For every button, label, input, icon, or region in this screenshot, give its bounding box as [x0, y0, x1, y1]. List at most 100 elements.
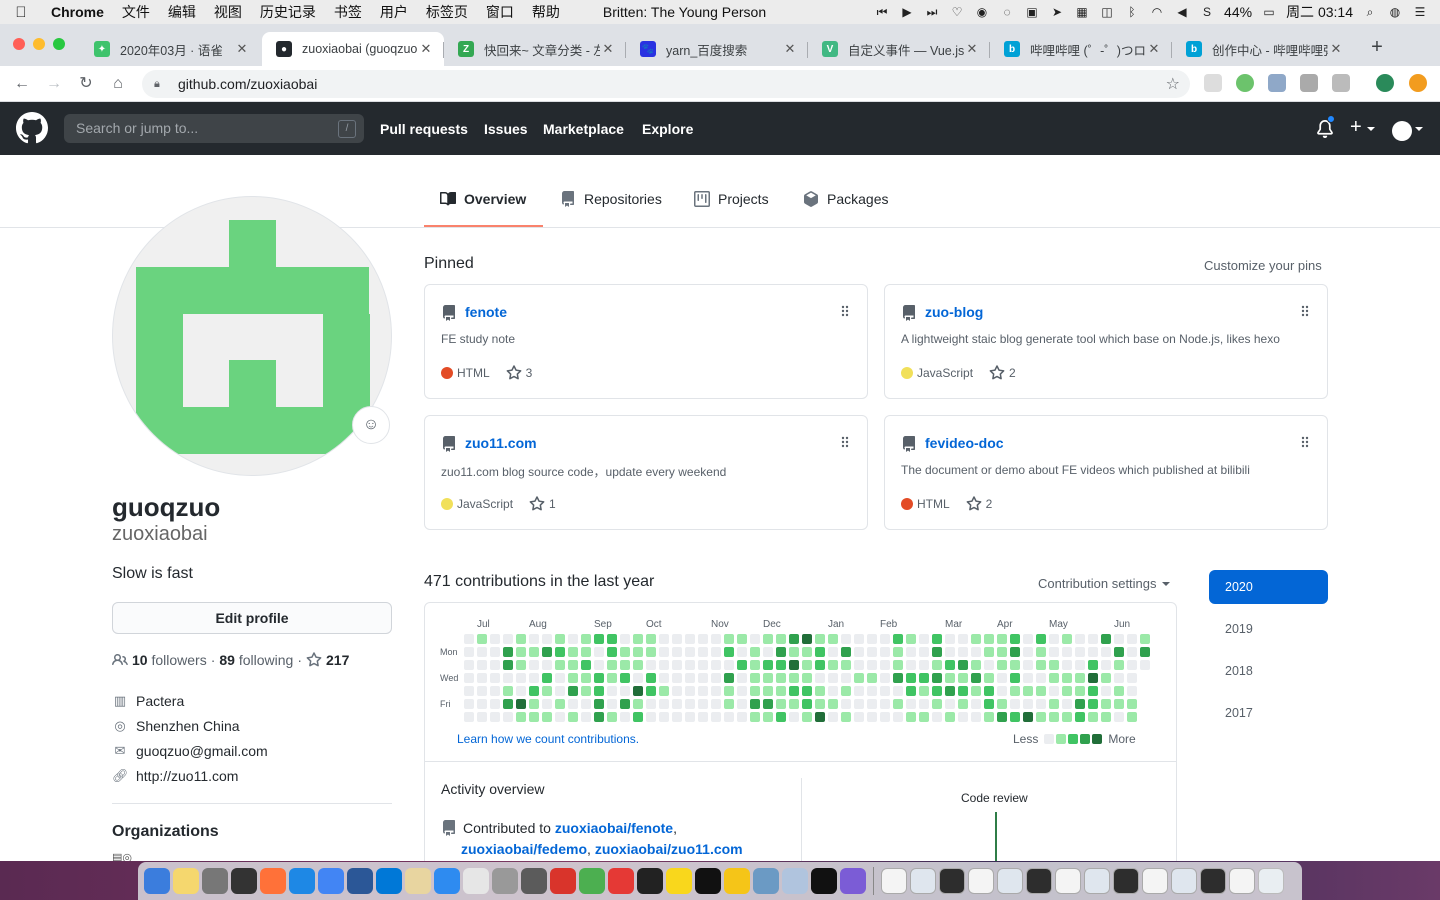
- contribution-day-cell[interactable]: [1088, 660, 1098, 670]
- contribution-day-cell[interactable]: [750, 699, 760, 709]
- contribution-day-cell[interactable]: [633, 634, 643, 644]
- siri-icon[interactable]: ◍: [1387, 5, 1403, 19]
- contribution-day-cell[interactable]: [854, 686, 864, 696]
- contribution-day-cell[interactable]: [984, 673, 994, 683]
- contribution-day-cell[interactable]: [529, 699, 539, 709]
- contribution-day-cell[interactable]: [776, 647, 786, 657]
- dock-quill-icon[interactable]: [521, 868, 547, 894]
- contribution-day-cell[interactable]: [594, 647, 604, 657]
- reload-icon[interactable]: ↻: [74, 72, 98, 96]
- contribution-day-cell[interactable]: [997, 634, 1007, 644]
- window-close-button[interactable]: [13, 38, 25, 50]
- extension-puzzle-icon[interactable]: [1300, 74, 1318, 92]
- back-arrow-icon[interactable]: ←: [10, 72, 34, 96]
- contribution-day-cell[interactable]: [503, 699, 513, 709]
- nav-explore[interactable]: Explore: [642, 121, 693, 137]
- contribution-day-cell[interactable]: [1114, 647, 1124, 657]
- contribution-day-cell[interactable]: [880, 647, 890, 657]
- contribution-day-cell[interactable]: [828, 660, 838, 670]
- contribution-day-cell[interactable]: [503, 712, 513, 722]
- profile-avatar[interactable]: [112, 196, 392, 476]
- nav-issues[interactable]: Issues: [484, 121, 528, 137]
- contribution-day-cell[interactable]: [594, 634, 604, 644]
- contribution-day-cell[interactable]: [815, 712, 825, 722]
- tab-close-icon[interactable]: ✕: [964, 41, 980, 57]
- dock-notes-icon[interactable]: [173, 868, 199, 894]
- contribution-day-cell[interactable]: [997, 699, 1007, 709]
- contribution-day-cell[interactable]: [828, 712, 838, 722]
- contribution-day-cell[interactable]: [828, 647, 838, 657]
- pinned-repo-stars-link[interactable]: 2: [966, 496, 992, 512]
- chat-icon[interactable]: ◫: [1099, 5, 1115, 19]
- contribution-day-cell[interactable]: [1114, 673, 1124, 683]
- user-menu-caret-icon[interactable]: [1415, 127, 1423, 131]
- dock-minimized-window-thumbnail[interactable]: [997, 868, 1023, 894]
- contribution-day-cell[interactable]: [1127, 660, 1137, 670]
- menu-people[interactable]: 用户: [371, 2, 417, 22]
- contribution-day-cell[interactable]: [568, 712, 578, 722]
- dock-chrome-icon[interactable]: [318, 868, 344, 894]
- contribution-day-cell[interactable]: [802, 634, 812, 644]
- contribution-day-cell[interactable]: [646, 699, 656, 709]
- contribution-day-cell[interactable]: [828, 673, 838, 683]
- contribution-day-cell[interactable]: [997, 712, 1007, 722]
- contribution-day-cell[interactable]: [659, 673, 669, 683]
- dock-typora-icon[interactable]: [405, 868, 431, 894]
- contribution-day-cell[interactable]: [685, 712, 695, 722]
- contribution-day-cell[interactable]: [1101, 634, 1111, 644]
- contribution-day-cell[interactable]: [1036, 699, 1046, 709]
- contribution-day-cell[interactable]: [685, 660, 695, 670]
- contribution-day-cell[interactable]: [1049, 634, 1059, 644]
- menubar-clock[interactable]: 周二 03:14: [1286, 2, 1353, 22]
- create-new-caret-icon[interactable]: [1367, 127, 1375, 131]
- contribution-day-cell[interactable]: [880, 673, 890, 683]
- contribution-day-cell[interactable]: [607, 686, 617, 696]
- contribution-day-cell[interactable]: [516, 647, 526, 657]
- dock-imovie-icon[interactable]: [840, 868, 866, 894]
- contribution-day-cell[interactable]: [763, 686, 773, 696]
- contribution-day-cell[interactable]: [737, 660, 747, 670]
- contribution-day-cell[interactable]: [919, 673, 929, 683]
- contribution-day-cell[interactable]: [854, 660, 864, 670]
- contribution-day-cell[interactable]: [737, 712, 747, 722]
- pinned-repo-stars-link[interactable]: 1: [529, 496, 556, 512]
- contribution-day-cell[interactable]: [763, 647, 773, 657]
- contribution-day-cell[interactable]: [802, 699, 812, 709]
- contribution-day-cell[interactable]: [685, 634, 695, 644]
- contribution-day-cell[interactable]: [503, 660, 513, 670]
- contribution-day-cell[interactable]: [1062, 660, 1072, 670]
- contribution-day-cell[interactable]: [997, 647, 1007, 657]
- contribution-day-cell[interactable]: [802, 660, 812, 670]
- pinned-repo-name[interactable]: fenote: [465, 304, 507, 320]
- contribution-day-cell[interactable]: [477, 647, 487, 657]
- contribution-day-cell[interactable]: [724, 699, 734, 709]
- contribution-day-cell[interactable]: [1062, 647, 1072, 657]
- contribution-day-cell[interactable]: [698, 673, 708, 683]
- dock-launchpad-icon[interactable]: [202, 868, 228, 894]
- contribution-day-cell[interactable]: [1036, 673, 1046, 683]
- contribution-day-cell[interactable]: [815, 660, 825, 670]
- dock-qq-browser-icon[interactable]: [289, 868, 315, 894]
- menu-bookmarks[interactable]: 书签: [325, 2, 371, 22]
- dock-safari-icon[interactable]: [434, 868, 460, 894]
- contribution-day-cell[interactable]: [542, 660, 552, 670]
- contribution-day-cell[interactable]: [503, 647, 513, 657]
- contribution-day-cell[interactable]: [581, 660, 591, 670]
- contribution-day-cell[interactable]: [893, 673, 903, 683]
- contribution-day-cell[interactable]: [581, 673, 591, 683]
- contribution-day-cell[interactable]: [880, 686, 890, 696]
- contribution-day-cell[interactable]: [1010, 699, 1020, 709]
- tab-close-icon[interactable]: ✕: [234, 41, 250, 57]
- contribution-day-cell[interactable]: [958, 712, 968, 722]
- contribution-day-cell[interactable]: [971, 660, 981, 670]
- contribution-day-cell[interactable]: [737, 647, 747, 657]
- nav-pull-requests[interactable]: Pull requests: [380, 121, 468, 137]
- contribution-day-cell[interactable]: [685, 647, 695, 657]
- contribution-day-cell[interactable]: [672, 686, 682, 696]
- contribution-day-cell[interactable]: [958, 699, 968, 709]
- previous-track-icon[interactable]: ⏮: [874, 5, 890, 19]
- contribution-day-cell[interactable]: [1101, 699, 1111, 709]
- contribution-day-cell[interactable]: [490, 634, 500, 644]
- contribution-day-cell[interactable]: [737, 634, 747, 644]
- window-minimize-button[interactable]: [33, 38, 45, 50]
